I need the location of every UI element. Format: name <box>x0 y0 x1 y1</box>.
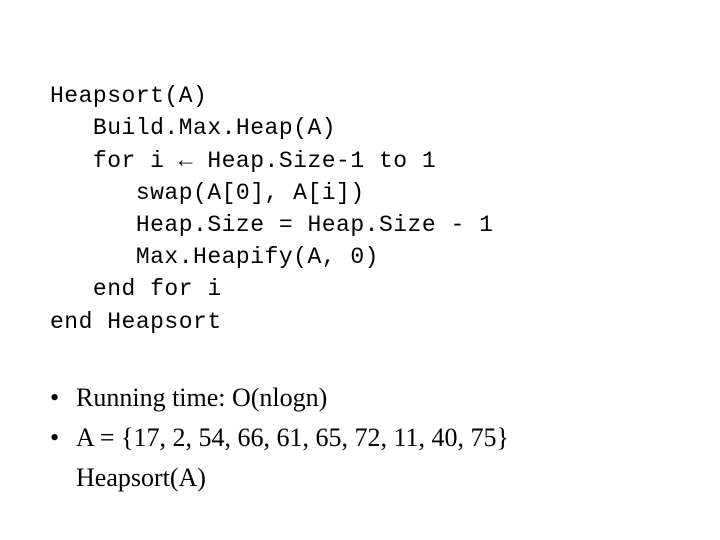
code-line: Build.Max.Heap(A) <box>50 115 336 141</box>
bullet-text: Heapsort(A) <box>76 463 206 492</box>
code-line: end Heapsort <box>50 309 222 335</box>
bullet-text: A = {17, 2, 54, 66, 61, 65, 72, 11, 40, … <box>76 418 670 458</box>
bullet-list: • Running time: O(nlogn) • A = {17, 2, 5… <box>50 378 670 499</box>
code-line: end for i <box>50 276 222 302</box>
code-line: for i ← Heap.Size-1 to 1 <box>50 148 436 174</box>
bullet-item: • A = {17, 2, 54, 66, 61, 65, 72, 11, 40… <box>50 418 670 458</box>
code-line: Heap.Size = Heap.Size - 1 <box>50 212 493 238</box>
code-line: swap(A[0], A[i]) <box>50 180 365 206</box>
bullet-icon: • <box>50 378 76 418</box>
bullet-item: • Running time: O(nlogn) <box>50 378 670 418</box>
bullet-icon: • <box>50 418 76 458</box>
slide: Heapsort(A) Build.Max.Heap(A) for i ← He… <box>0 0 720 499</box>
code-line: Max.Heapify(A, 0) <box>50 244 379 270</box>
bullet-text: Running time: O(nlogn) <box>76 378 670 418</box>
code-line: Heapsort(A) <box>50 83 207 109</box>
pseudocode-block: Heapsort(A) Build.Max.Heap(A) for i ← He… <box>50 48 670 338</box>
bullet-continuation: Heapsort(A) <box>50 458 670 498</box>
